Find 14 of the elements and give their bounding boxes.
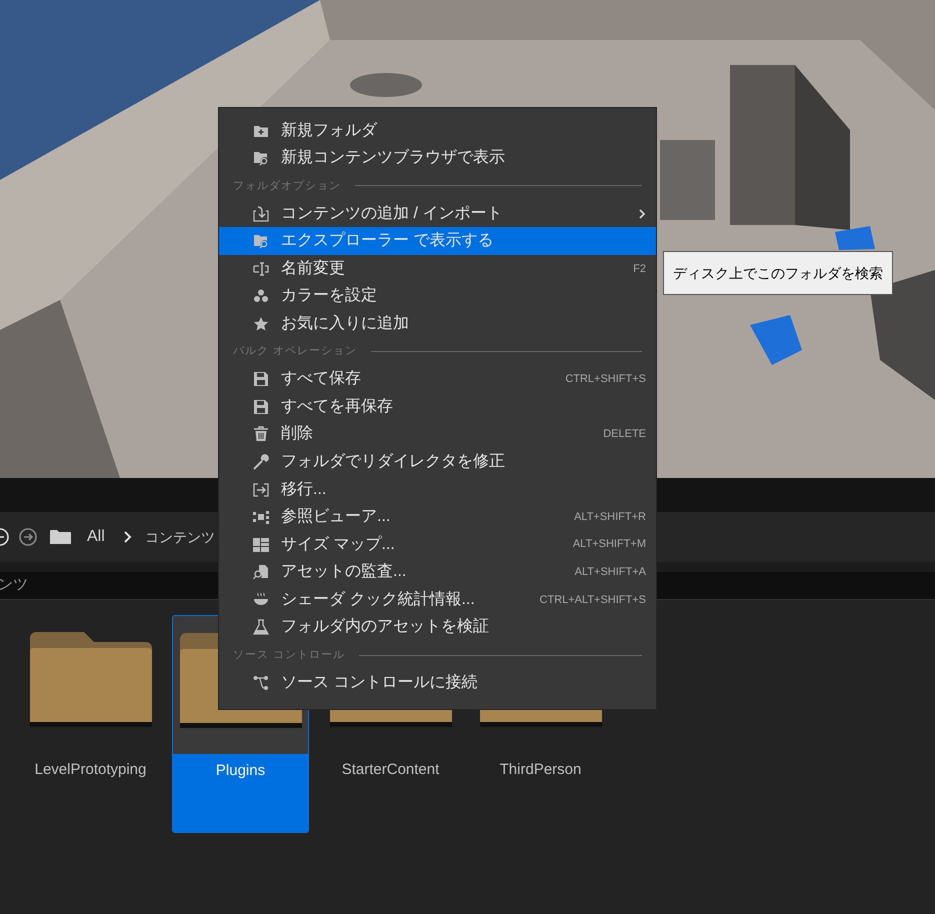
folder-name: StarterContent bbox=[342, 760, 440, 777]
shortcut-text: ALT+SHIFT+R bbox=[574, 510, 646, 525]
shortcut-text: ALT+SHIFT+M bbox=[572, 537, 646, 552]
folder-name: Plugins bbox=[216, 761, 266, 778]
shortcut-text: ALT+SHIFT+A bbox=[574, 565, 646, 580]
shortcut-text: F2 bbox=[633, 262, 646, 277]
shortcut-text: CTRL+SHIFT+S bbox=[565, 372, 646, 387]
folder-name: LevelPrototyping bbox=[34, 760, 146, 777]
folder-name: ThirdPerson bbox=[500, 760, 582, 777]
menu-section-header: フォルダオプション bbox=[233, 178, 341, 194]
tooltip: ディスク上でこのフォルダを検索 bbox=[663, 251, 893, 295]
menu-section-header: バルク オペレーション bbox=[233, 344, 358, 360]
shortcut-text: DELETE bbox=[603, 427, 646, 442]
shortcut-text: CTRL+ALT+SHIFT+S bbox=[540, 592, 646, 608]
